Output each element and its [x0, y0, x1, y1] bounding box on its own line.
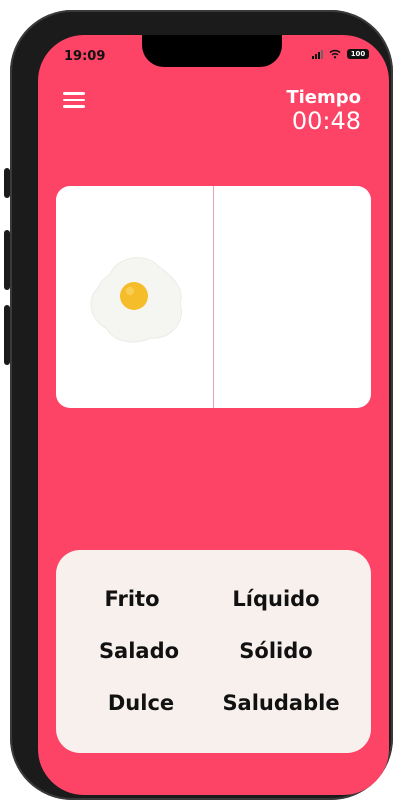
- phone-notch: [142, 35, 282, 67]
- word-option[interactable]: Sólido: [239, 639, 312, 663]
- app-screen: 19:09 100 Tiempo 00:48 Frito Líquido Sal…: [38, 35, 389, 795]
- battery-icon: 100: [347, 49, 369, 59]
- timer: Tiempo 00:48: [286, 87, 361, 135]
- word-option[interactable]: Frito: [104, 587, 159, 611]
- words-panel: Frito Líquido Salado Sólido Dulce Saluda…: [56, 550, 371, 753]
- phone-frame: 19:09 100 Tiempo 00:48 Frito Líquido Sal…: [10, 10, 393, 800]
- wifi-icon: [329, 49, 341, 59]
- word-option[interactable]: Saludable: [222, 691, 339, 715]
- status-icons: 100: [312, 49, 369, 59]
- timer-value: 00:48: [291, 107, 361, 135]
- hamburger-menu-icon[interactable]: [63, 92, 85, 108]
- fried-egg-image: [90, 257, 182, 343]
- timer-label: Tiempo: [286, 87, 361, 108]
- word-option[interactable]: Dulce: [108, 691, 174, 715]
- status-time: 19:09: [64, 49, 106, 64]
- signal-icon: [312, 49, 323, 59]
- food-card: [56, 186, 371, 408]
- card-divider: [213, 186, 214, 408]
- word-option[interactable]: Líquido: [232, 587, 319, 611]
- word-option[interactable]: Salado: [99, 639, 179, 663]
